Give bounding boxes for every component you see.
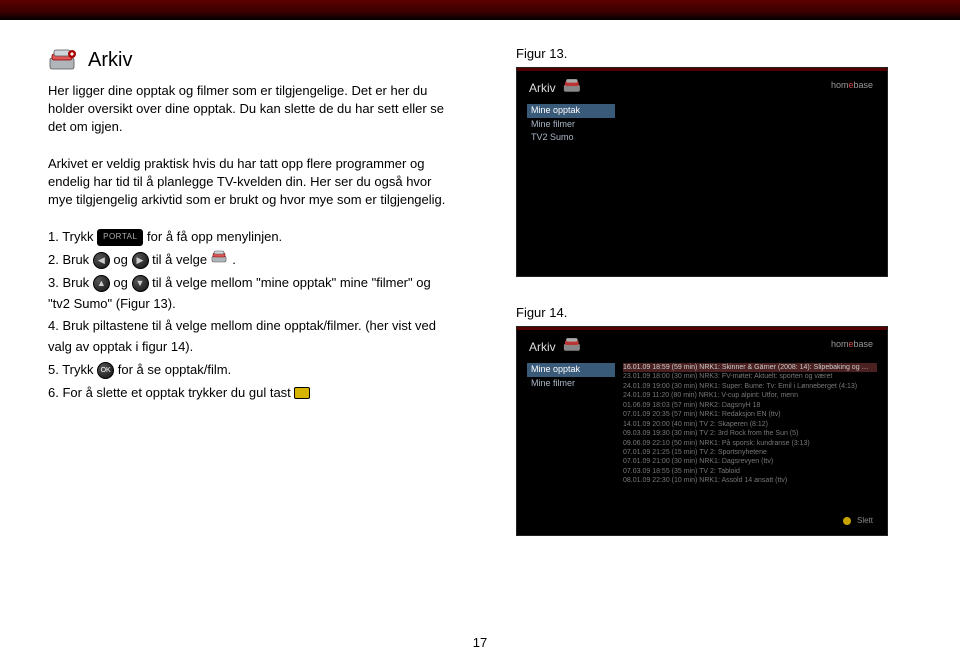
step-text: og	[113, 252, 131, 267]
step-4: 4. Bruk piltastene til å velge mellom di…	[48, 316, 448, 358]
list-item: 07.01.09 20:35 (57 min) NRK1: Redaksjon …	[623, 410, 877, 419]
slett-label: Slett	[857, 516, 873, 525]
arkiv-mini-icon	[562, 337, 584, 356]
tv-red-strip	[517, 68, 887, 71]
figure-14-screenshot: Arkiv homebase Mine opptak Mine filmer 1…	[516, 326, 888, 536]
tv-side-menu: Mine opptak Mine filmer	[527, 363, 615, 390]
arrow-left-icon: ◀	[93, 252, 110, 269]
step-text: for å se opptak/film.	[118, 362, 231, 377]
right-column: Figur 13. Arkiv homebase Mine opptak Min…	[516, 46, 916, 564]
arkiv-mini-icon	[562, 78, 584, 97]
list-item: 07.01.09 21:25 (15 min) TV 2: Sportsnyhe…	[623, 448, 877, 457]
page-number: 17	[0, 635, 960, 650]
step-text: 2. Bruk	[48, 252, 93, 267]
menu-item: Mine filmer	[527, 377, 615, 391]
section-title: Arkiv	[88, 49, 132, 72]
tv-header: Arkiv	[529, 78, 584, 97]
homebase-part: base	[853, 339, 873, 349]
tv-title: Arkiv	[529, 340, 556, 354]
step-text: og	[113, 275, 131, 290]
list-item: 23.01.09 18:00 (30 min) NRK3: FV-møtet: …	[623, 372, 877, 381]
tv-recordings-list: 16.01.09 18:59 (59 min) NRK1: Skinner & …	[623, 363, 877, 486]
step-text: for å få opp menylinjen.	[147, 229, 282, 244]
tv-footer: Slett	[843, 516, 873, 525]
figure-13-screenshot: Arkiv homebase Mine opptak Mine filmer T…	[516, 67, 888, 277]
list-item: 14.01.09 20:00 (40 min) TV 2: Skaperen (…	[623, 420, 877, 429]
arkiv-icon	[48, 48, 80, 72]
list-item: 07.03.09 18:55 (35 min) TV 2: Tabloid	[623, 467, 877, 476]
section-heading: Arkiv	[48, 48, 448, 72]
step-6: 6. For å slette et opptak trykker du gul…	[48, 383, 448, 404]
arkiv-mini-icon	[211, 250, 229, 271]
menu-item: Mine filmer	[527, 118, 615, 132]
homebase-part: hom	[831, 339, 849, 349]
list-item: 24.01.09 11:20 (80 min) NRK1: V-cup alpi…	[623, 391, 877, 400]
menu-item: Mine opptak	[527, 363, 615, 377]
list-item: 16.01.09 18:59 (59 min) NRK1: Skinner & …	[623, 363, 877, 372]
intro-paragraph-2: Arkivet er veldig praktisk hvis du har t…	[48, 155, 448, 210]
figure-14-label: Figur 14.	[516, 305, 916, 320]
figure-13-label: Figur 13.	[516, 46, 916, 61]
tv-header: Arkiv	[529, 337, 584, 356]
step-3: 3. Bruk ▲ og ▼ til å velge mellom "mine …	[48, 273, 448, 315]
step-2: 2. Bruk ◀ og ▶ til å velge .	[48, 250, 448, 271]
list-item: 09.06.09 22:10 (50 min) NRK1: På sporsk:…	[623, 439, 877, 448]
list-item: 01.06.09 18:03 (57 min) NRK2: DagsnyH 18	[623, 401, 877, 410]
homebase-logo: homebase	[831, 339, 873, 349]
menu-item: TV2 Sumo	[527, 131, 615, 145]
list-item: 24.01.09 19:00 (30 min) NRK1: Super: Bum…	[623, 382, 877, 391]
step-1: 1. Trykk PORTAL for å få opp menylinjen.	[48, 227, 448, 248]
menu-item: Mine opptak	[527, 104, 615, 118]
step-text: til å velge	[152, 252, 211, 267]
arrow-down-icon: ▼	[132, 275, 149, 292]
step-5: 5. Trykk OK for å se opptak/film.	[48, 360, 448, 381]
yellow-button-icon	[294, 387, 310, 399]
intro-paragraph-1: Her ligger dine opptak og filmer som er …	[48, 82, 448, 137]
portal-button-icon: PORTAL	[97, 229, 143, 246]
top-red-bar	[0, 0, 960, 20]
tv-title: Arkiv	[529, 81, 556, 95]
list-item: 08.01.09 22:30 (10 min) NRK1: Assold 14 …	[623, 476, 877, 485]
step-text: 1. Trykk	[48, 229, 97, 244]
step-text: 6. For å slette et opptak trykker du gul…	[48, 385, 294, 400]
step-text: 5. Trykk	[48, 362, 97, 377]
step-text: 3. Bruk	[48, 275, 93, 290]
arrow-up-icon: ▲	[93, 275, 110, 292]
list-item: 07.01.09 21:00 (30 min) NRK1: Dagsrevyen…	[623, 457, 877, 466]
yellow-dot-icon	[843, 517, 851, 525]
tv-side-menu: Mine opptak Mine filmer TV2 Sumo	[527, 104, 615, 145]
homebase-part: hom	[831, 80, 849, 90]
ok-button-icon: OK	[97, 362, 114, 379]
tv-red-strip	[517, 327, 887, 330]
arrow-right-icon: ▶	[132, 252, 149, 269]
list-item: 09.03.09 19:30 (30 min) TV 2: 3rd Rock f…	[623, 429, 877, 438]
homebase-part: base	[853, 80, 873, 90]
step-text: .	[232, 252, 236, 267]
left-column: Arkiv Her ligger dine opptak og filmer s…	[48, 48, 448, 406]
homebase-logo: homebase	[831, 80, 873, 90]
instruction-list: 1. Trykk PORTAL for å få opp menylinjen.…	[48, 227, 448, 404]
